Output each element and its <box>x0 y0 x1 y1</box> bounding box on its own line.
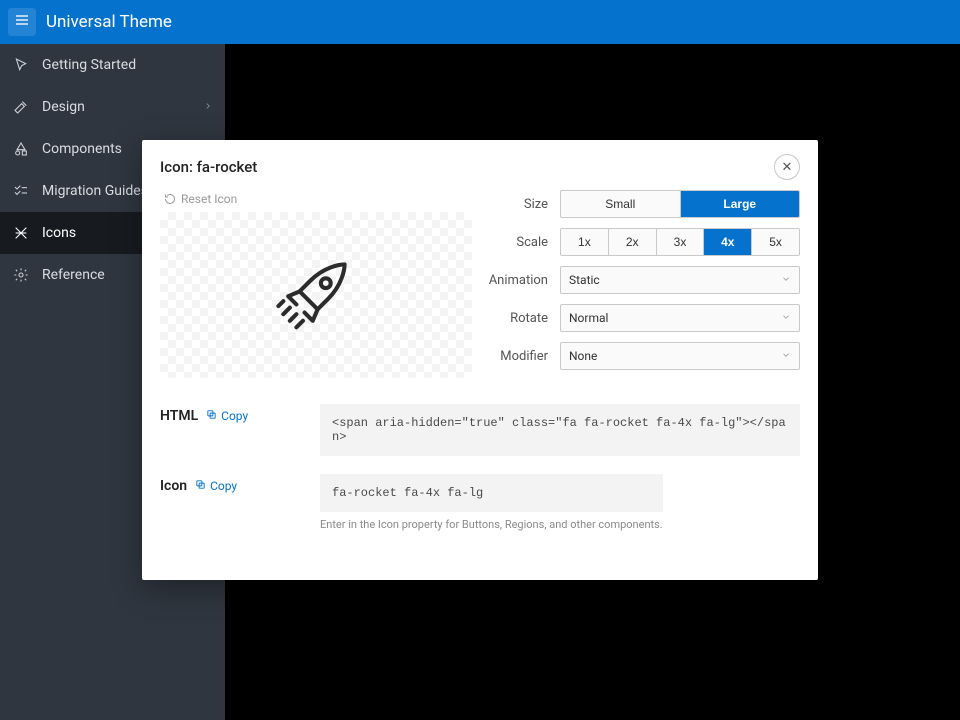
sidebar-item-label: Icons <box>42 225 76 241</box>
sidebar-item-label: Reference <box>42 267 105 283</box>
close-icon: ✕ <box>782 160 793 175</box>
modifier-label: Modifier <box>488 349 560 364</box>
copy-icon-label: Copy <box>210 479 237 493</box>
topbar: Universal Theme <box>0 0 960 44</box>
scale-segmented: 1x 2x 3x 4x 5x <box>560 228 800 256</box>
modal-title: Icon: fa-rocket <box>160 158 257 176</box>
shapes-icon <box>12 140 30 158</box>
rotate-select[interactable]: Normal <box>560 304 800 332</box>
animation-value: Static <box>569 273 600 287</box>
copy-icon <box>206 409 217 423</box>
gear-icon <box>12 266 30 284</box>
copy-html-label: Copy <box>221 409 248 423</box>
rocket-icon <box>267 244 365 346</box>
modal-body: Reset Icon <box>142 190 818 580</box>
copy-html-button[interactable]: Copy <box>206 409 248 423</box>
reset-icon-link[interactable]: Reset Icon <box>164 192 237 206</box>
sidebar-item-label: Components <box>42 141 122 157</box>
html-code-box: <span aria-hidden="true" class="fa fa-ro… <box>320 404 800 456</box>
refresh-icon <box>164 193 176 205</box>
chevron-down-icon <box>781 349 791 363</box>
hamburger-icon <box>14 12 30 32</box>
scale-option-3x[interactable]: 3x <box>657 229 705 255</box>
scale-option-1x[interactable]: 1x <box>561 229 609 255</box>
icon-detail-modal: Icon: fa-rocket ✕ Reset Icon <box>142 140 818 580</box>
modifier-select[interactable]: None <box>560 342 800 370</box>
animation-select[interactable]: Static <box>560 266 800 294</box>
reset-icon-label: Reset Icon <box>181 192 237 206</box>
size-label: Size <box>488 197 560 212</box>
animation-label: Animation <box>488 273 560 288</box>
sidebar-item-getting-started[interactable]: Getting Started <box>0 44 225 86</box>
scale-option-4x[interactable]: 4x <box>704 229 752 255</box>
icon-preview <box>160 212 472 378</box>
size-option-small[interactable]: Small <box>561 191 681 217</box>
chevron-right-icon <box>203 99 213 115</box>
copy-icon-button[interactable]: Copy <box>195 479 237 493</box>
scale-option-5x[interactable]: 5x <box>752 229 799 255</box>
chevron-down-icon <box>781 273 791 287</box>
modifier-value: None <box>569 349 597 363</box>
icons-icon <box>12 224 30 242</box>
rotate-value: Normal <box>569 311 608 325</box>
chevron-down-icon <box>781 311 791 325</box>
icon-helper-text: Enter in the Icon property for Buttons, … <box>320 518 663 531</box>
copy-icon <box>195 479 206 493</box>
checklist-icon <box>12 182 30 200</box>
scale-option-2x[interactable]: 2x <box>609 229 657 255</box>
sidebar-item-label: Getting Started <box>42 57 136 73</box>
icon-section-label: Icon <box>160 478 187 494</box>
html-section-label: HTML <box>160 408 198 424</box>
rotate-label: Rotate <box>488 311 560 326</box>
modal-header: Icon: fa-rocket ✕ <box>142 140 818 190</box>
close-button[interactable]: ✕ <box>774 154 800 180</box>
size-segmented: Small Large <box>560 190 800 218</box>
sidebar-item-design[interactable]: Design <box>0 86 225 128</box>
app-title: Universal Theme <box>46 12 172 32</box>
icon-code-box: fa-rocket fa-4x fa-lg <box>320 474 663 512</box>
cursor-icon <box>12 56 30 74</box>
pencil-ruler-icon <box>12 98 30 116</box>
menu-toggle-button[interactable] <box>8 8 36 36</box>
scale-label: Scale <box>488 235 560 250</box>
size-option-large[interactable]: Large <box>681 191 800 217</box>
sidebar-item-label: Design <box>42 99 85 115</box>
sidebar-item-label: Migration Guides <box>42 183 148 199</box>
